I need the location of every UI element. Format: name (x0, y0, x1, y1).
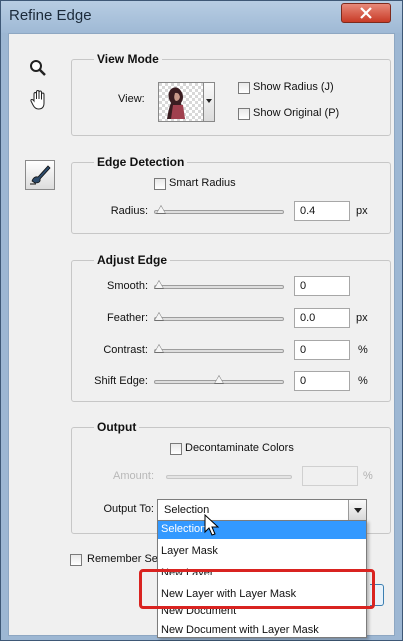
contrast-slider-thumb[interactable] (154, 344, 164, 353)
feather-slider-track[interactable] (154, 317, 284, 321)
refine-radius-tool[interactable] (25, 160, 55, 190)
hand-tool[interactable] (29, 89, 49, 114)
show-original-label: Show Original (P) (253, 107, 340, 119)
remember-settings-label: Remember Se (87, 553, 158, 565)
show-original-checkbox[interactable] (238, 108, 250, 120)
zoom-tool[interactable] (29, 59, 47, 80)
close-icon (360, 7, 372, 19)
contrast-input[interactable]: 0 (294, 340, 350, 360)
dialog-title: Refine Edge (9, 7, 92, 24)
highlight-annotation (139, 569, 375, 609)
brush-icon (30, 165, 51, 185)
view-mode-dropdown[interactable] (204, 82, 215, 122)
feather-label: Feather: (107, 312, 148, 324)
dropdown-option-selection[interactable]: Selection (158, 521, 366, 539)
dropdown-option-new-document-with-layer-mask[interactable]: New Document with Layer Mask (158, 620, 366, 640)
view-mode-group: View Mode View: Show Radius (J) Show Ori… (71, 52, 391, 136)
shift-edge-label: Shift Edge: (94, 375, 148, 387)
shift-edge-unit: % (358, 375, 368, 387)
view-preview[interactable] (158, 82, 204, 122)
mouse-cursor (204, 513, 220, 541)
edge-detection-group: Edge Detection Smart Radius Radius: 0.4 … (71, 155, 391, 234)
output-title: Output (94, 420, 140, 434)
smart-radius-checkbox[interactable] (154, 178, 166, 190)
decontaminate-colors-label: Decontaminate Colors (185, 442, 294, 454)
contrast-unit: % (358, 344, 368, 356)
amount-slider-track (166, 475, 292, 479)
amount-input (302, 466, 358, 486)
dropdown-option-layer-mask[interactable]: Layer Mask (158, 541, 366, 561)
radius-slider-track[interactable] (154, 210, 284, 214)
close-button[interactable] (341, 3, 391, 23)
view-mode-title: View Mode (94, 52, 162, 66)
arrow-cursor-icon (204, 513, 220, 536)
smooth-input[interactable]: 0 (294, 276, 350, 296)
show-radius-label: Show Radius (J) (253, 81, 334, 93)
decontaminate-colors-checkbox[interactable] (170, 443, 182, 455)
portrait-thumbnail-icon (159, 83, 203, 121)
output-to-select[interactable]: Selection (157, 499, 367, 521)
show-radius-checkbox[interactable] (238, 82, 250, 94)
feather-slider-thumb[interactable] (154, 312, 164, 321)
smooth-slider-thumb[interactable] (154, 280, 164, 289)
smooth-slider-track[interactable] (154, 285, 284, 289)
view-label: View: (118, 93, 145, 105)
radius-slider-thumb[interactable] (156, 205, 167, 214)
contrast-label: Contrast: (103, 344, 148, 356)
radius-unit: px (356, 205, 368, 217)
radius-input[interactable]: 0.4 (294, 201, 350, 221)
adjust-edge-group: Adjust Edge Smooth: 0 Feather: 0.0 px Co… (71, 253, 391, 402)
contrast-slider-track[interactable] (154, 349, 284, 353)
chevron-down-icon[interactable] (348, 500, 366, 520)
shift-edge-input[interactable]: 0 (294, 371, 350, 391)
radius-label: Radius: (110, 205, 148, 217)
dialog-body: View Mode View: Show Radius (J) Show Ori… (8, 33, 395, 638)
output-to-value: Selection (164, 504, 210, 516)
refine-edge-dialog: Refine Edge View Mode View: Show Radius … (0, 0, 403, 641)
hand-icon (30, 89, 45, 110)
feather-input[interactable]: 0.0 (294, 308, 350, 328)
amount-label: Amount: (113, 470, 154, 482)
title-bar[interactable]: Refine Edge (1, 1, 402, 33)
smart-radius-label: Smart Radius (169, 177, 236, 189)
adjust-edge-title: Adjust Edge (94, 253, 171, 267)
remember-settings-checkbox[interactable] (70, 554, 82, 566)
shift-edge-slider-thumb[interactable] (214, 375, 224, 384)
amount-unit: % (363, 470, 373, 482)
edge-detection-title: Edge Detection (94, 155, 188, 169)
feather-unit: px (356, 312, 368, 324)
output-to-label: Output To: (103, 503, 154, 515)
zoom-icon (30, 60, 46, 76)
smooth-label: Smooth: (107, 280, 148, 292)
